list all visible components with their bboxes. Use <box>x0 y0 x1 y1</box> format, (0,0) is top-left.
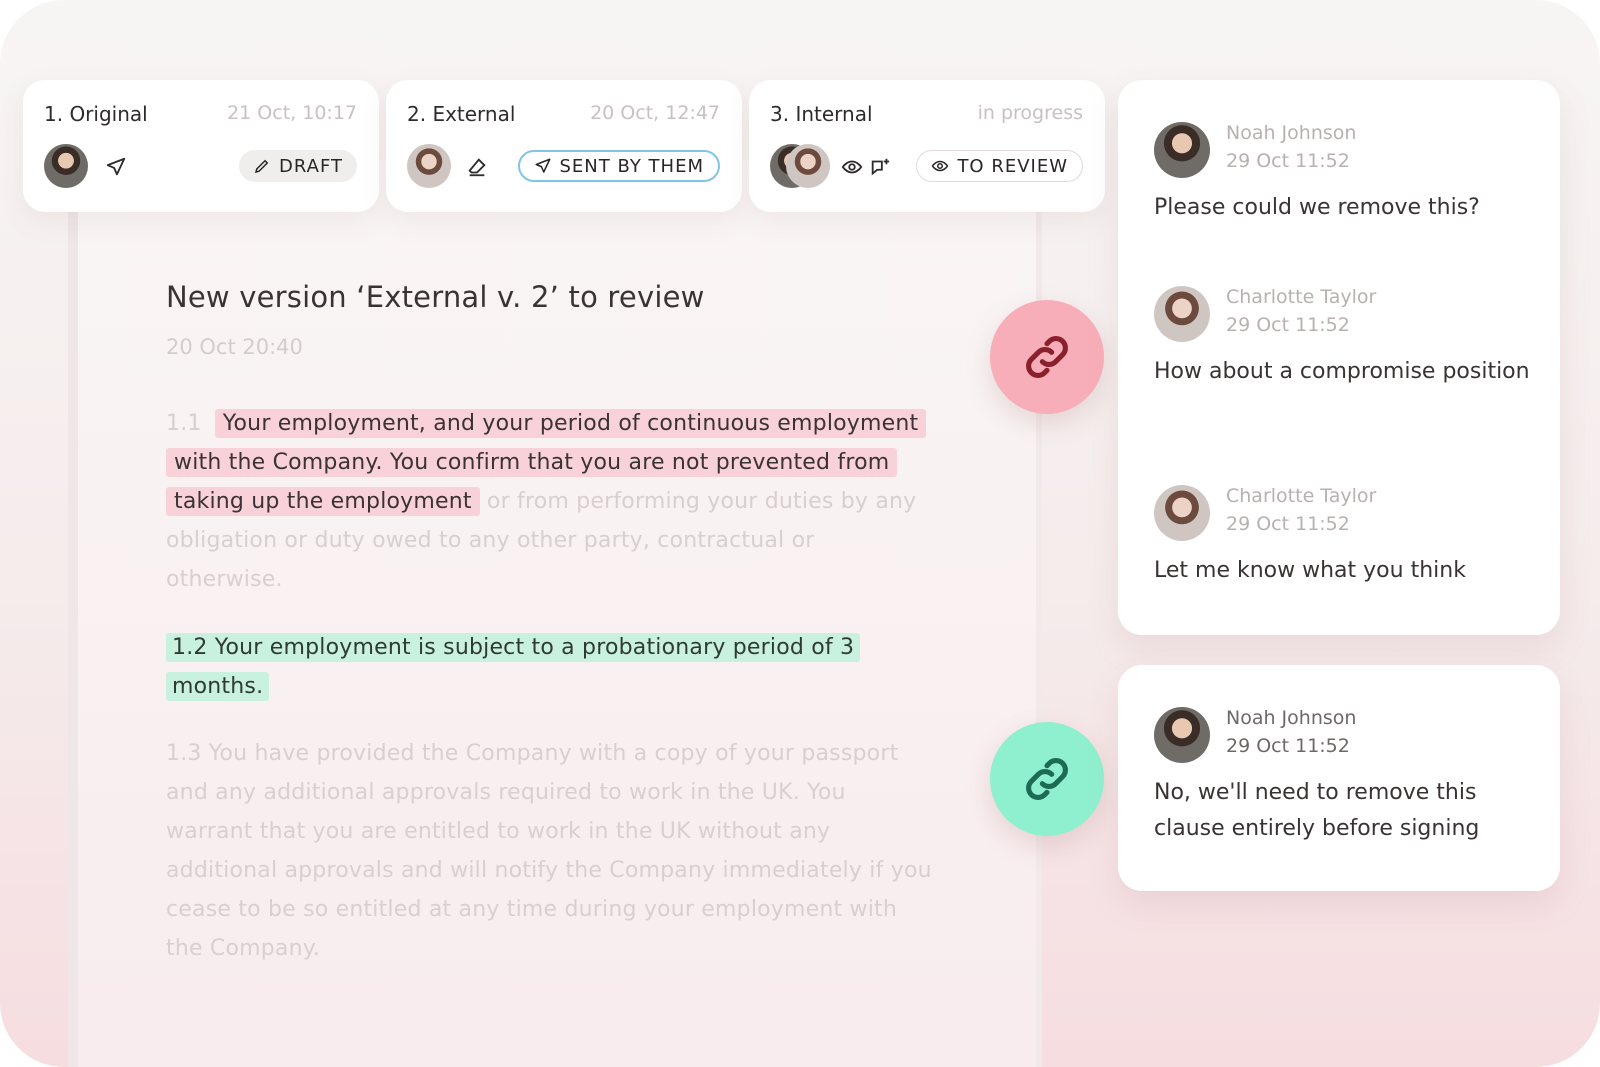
status-badge-review[interactable]: TO REVIEW <box>916 150 1083 182</box>
comment-thread-2: Noah Johnson 29 Oct 11:52 No, we'll need… <box>1118 665 1560 891</box>
clause-1-3: 1.3 You have provided the Company with a… <box>166 741 932 961</box>
version-time: in progress <box>977 102 1083 124</box>
avatar <box>1154 707 1210 763</box>
version-title: 1. Original <box>44 102 148 126</box>
send-icon <box>535 158 550 173</box>
link-button-green[interactable] <box>990 722 1104 836</box>
comment-thread-1: Noah Johnson 29 Oct 11:52 Please could w… <box>1118 80 1560 635</box>
avatar <box>1154 286 1210 342</box>
comment-date: 29 Oct 11:52 <box>1226 150 1350 172</box>
avatar <box>407 144 451 188</box>
comment-author: Noah Johnson <box>1226 122 1357 144</box>
send-icon[interactable] <box>105 156 127 178</box>
status-badge-sent[interactable]: SENT BY THEM <box>517 150 720 182</box>
version-card-original[interactable]: 1. Original 21 Oct, 10:17 DRAFT <box>23 80 379 212</box>
badge-label: SENT BY THEM <box>559 155 704 177</box>
badge-label: TO REVIEW <box>957 155 1068 177</box>
eraser-icon[interactable] <box>466 156 488 178</box>
version-title: 3. Internal <box>770 102 873 126</box>
clause-1-1[interactable]: 1.1 Your employment, and your period of … <box>166 404 936 599</box>
clause-1-2[interactable]: 1.2 Your employment is subject to a prob… <box>166 628 936 706</box>
comment-text: How about a compromise position <box>1154 359 1530 384</box>
clause-number: 1.1 <box>166 411 202 436</box>
comment-text: Please could we remove this? <box>1154 195 1480 220</box>
version-time: 21 Oct, 10:17 <box>227 102 357 124</box>
pencil-icon <box>254 159 269 174</box>
avatar <box>1154 122 1210 178</box>
comment-date: 29 Oct 11:52 <box>1226 735 1350 757</box>
document-title: New version ‘External v. 2’ to review <box>166 280 705 314</box>
highlighted-text-green[interactable]: 1.2 Your employment is subject to a prob… <box>166 633 861 701</box>
avatar <box>1154 485 1210 541</box>
avatar <box>786 144 830 188</box>
comment-add-icon[interactable] <box>869 156 891 178</box>
link-icon <box>1026 336 1068 378</box>
document-date: 20 Oct 20:40 <box>166 335 303 359</box>
version-title: 2. External <box>407 102 516 126</box>
link-icon <box>1026 758 1068 800</box>
comment-date: 29 Oct 11:52 <box>1226 513 1350 535</box>
comment-text: No, we'll need to remove this clause ent… <box>1154 780 1480 841</box>
link-button-red[interactable] <box>990 300 1104 414</box>
app-canvas: 1. Original 21 Oct, 10:17 DRAFT 2. Exter… <box>0 0 1600 1067</box>
status-badge-draft[interactable]: DRAFT <box>239 150 357 182</box>
comment-text: Let me know what you think <box>1154 558 1466 583</box>
comment-author: Noah Johnson <box>1226 707 1357 729</box>
version-card-external[interactable]: 2. External 20 Oct, 12:47 SENT BY THEM <box>386 80 742 212</box>
avatar <box>44 144 88 188</box>
badge-label: DRAFT <box>279 155 343 177</box>
version-card-internal[interactable]: 3. Internal in progress TO REVIEW <box>749 80 1105 212</box>
eye-icon[interactable] <box>841 156 863 178</box>
comment-date: 29 Oct 11:52 <box>1226 314 1350 336</box>
comment-author: Charlotte Taylor <box>1226 286 1377 308</box>
comment-author: Charlotte Taylor <box>1226 485 1377 507</box>
version-time: 20 Oct, 12:47 <box>590 102 720 124</box>
eye-icon <box>932 160 949 172</box>
